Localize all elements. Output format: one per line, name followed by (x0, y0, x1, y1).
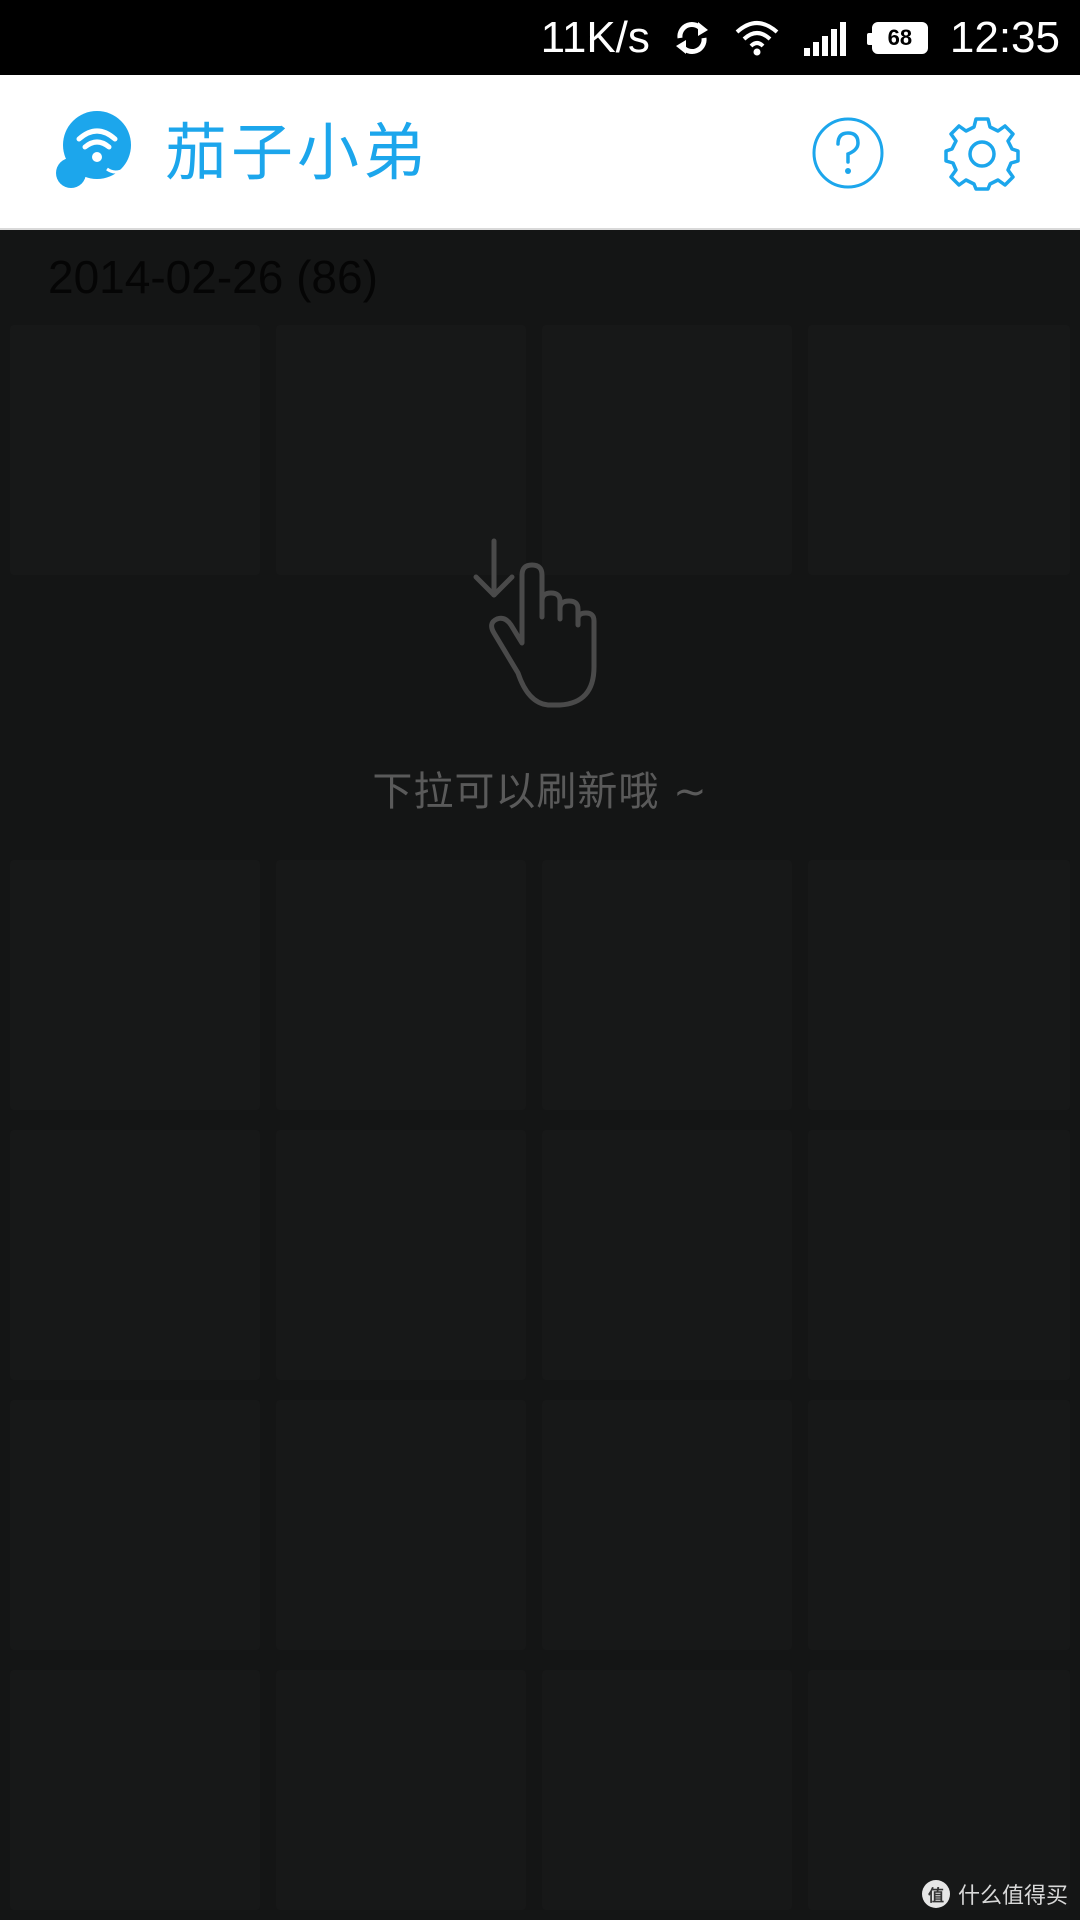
grid-cell (10, 1670, 260, 1910)
pull-to-refresh-hint: 下拉可以刷新哦 ~ (0, 535, 1080, 817)
grid-cell (276, 1400, 526, 1650)
grid-cell (10, 1130, 260, 1380)
app-header: 茄子小弟 (0, 75, 1080, 230)
pull-hint-text: 下拉可以刷新哦 ~ (372, 769, 708, 815)
grid-cell (808, 1400, 1070, 1650)
watermark-text: 什么值得买 (957, 1884, 1068, 1909)
settings-button[interactable] (944, 115, 1020, 191)
grid-cell (276, 1130, 526, 1380)
grid-cell (542, 860, 792, 1110)
gear-icon (944, 117, 1020, 191)
battery-icon: 68 (866, 21, 928, 54)
grid-cell (808, 1130, 1070, 1380)
status-bar: 11K/s 68 12:35 (0, 0, 1080, 75)
grid-cell (542, 1670, 792, 1910)
sync-icon (672, 18, 712, 58)
grid-cell (542, 1400, 792, 1650)
watermark-logo-icon: 值 (921, 1880, 950, 1908)
clock: 12:35 (949, 12, 1060, 62)
grid-cell (808, 860, 1070, 1110)
grid-cell (10, 860, 260, 1110)
grid-cell (542, 1130, 792, 1380)
app-logo-icon (55, 107, 135, 192)
app-title: 茄子小弟 (165, 116, 430, 189)
net-speed: 11K/s (540, 12, 650, 62)
signal-icon (802, 20, 850, 56)
grid-cell (10, 1400, 260, 1650)
grid-cell (276, 860, 526, 1110)
battery-level: 68 (866, 21, 928, 54)
grid-cell (808, 1670, 1070, 1910)
question-icon (812, 117, 884, 189)
content-area[interactable]: 2014-02-26 (86) 下拉可以刷新哦 ~ (0, 230, 1080, 1920)
date-label: 2014-02-26 (86) (48, 251, 378, 303)
pull-down-hand-icon (460, 535, 620, 715)
grid-cell (276, 1670, 526, 1910)
watermark: 值 什么值得买 (921, 1878, 1068, 1910)
help-button[interactable] (810, 115, 886, 191)
wifi-icon (734, 20, 780, 56)
